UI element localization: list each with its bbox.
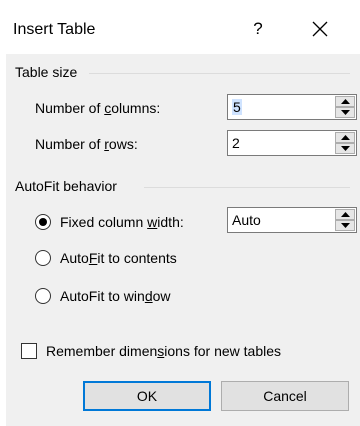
dialog-body: Table size Number of columns: 5 Number o…: [6, 54, 360, 426]
fixed-width-label[interactable]: Fixed column width:: [60, 214, 184, 230]
columns-stepper[interactable]: 5: [227, 94, 357, 120]
triangle-down-icon: [341, 223, 350, 228]
close-icon: [305, 14, 335, 44]
close-button[interactable]: [305, 14, 335, 44]
table-size-group-label: Table size: [15, 64, 78, 80]
rows-stepper[interactable]: 2: [227, 130, 357, 156]
radio-selected-dot: [39, 218, 47, 226]
fixed-width-value[interactable]: Auto: [232, 212, 261, 228]
columns-down-arrow[interactable]: [335, 107, 355, 118]
autofit-contents-radio[interactable]: [35, 250, 51, 266]
autofit-contents-label[interactable]: AutoFit to contents: [60, 250, 177, 266]
fixed-width-radio[interactable]: [35, 214, 51, 230]
rows-label: Number of rows:: [35, 136, 138, 152]
columns-value[interactable]: 5: [232, 99, 242, 115]
fixed-width-stepper[interactable]: Auto: [227, 207, 357, 233]
rows-down-arrow[interactable]: [335, 143, 355, 154]
autofit-window-label[interactable]: AutoFit to window: [60, 288, 171, 304]
width-up-arrow[interactable]: [335, 209, 355, 220]
help-button[interactable]: ?: [246, 16, 270, 42]
triangle-up-icon: [341, 135, 350, 140]
rows-up-arrow[interactable]: [335, 132, 355, 143]
triangle-up-icon: [341, 99, 350, 104]
group-divider: [89, 73, 350, 74]
title-bar: Insert Table ?: [0, 0, 360, 62]
dialog-title: Insert Table: [13, 21, 96, 38]
remember-checkbox[interactable]: [21, 343, 37, 359]
triangle-up-icon: [341, 212, 350, 217]
triangle-down-icon: [341, 146, 350, 151]
autofit-group-label: AutoFit behavior: [15, 178, 117, 194]
ok-button[interactable]: OK: [83, 381, 211, 411]
rows-value[interactable]: 2: [232, 135, 240, 151]
group-divider: [144, 187, 350, 188]
remember-label[interactable]: Remember dimensions for new tables: [46, 343, 281, 359]
columns-up-arrow[interactable]: [335, 96, 355, 107]
columns-label: Number of columns:: [35, 100, 161, 116]
autofit-window-radio[interactable]: [35, 288, 51, 304]
cancel-button[interactable]: Cancel: [221, 381, 349, 411]
triangle-down-icon: [341, 110, 350, 115]
width-down-arrow[interactable]: [335, 220, 355, 231]
